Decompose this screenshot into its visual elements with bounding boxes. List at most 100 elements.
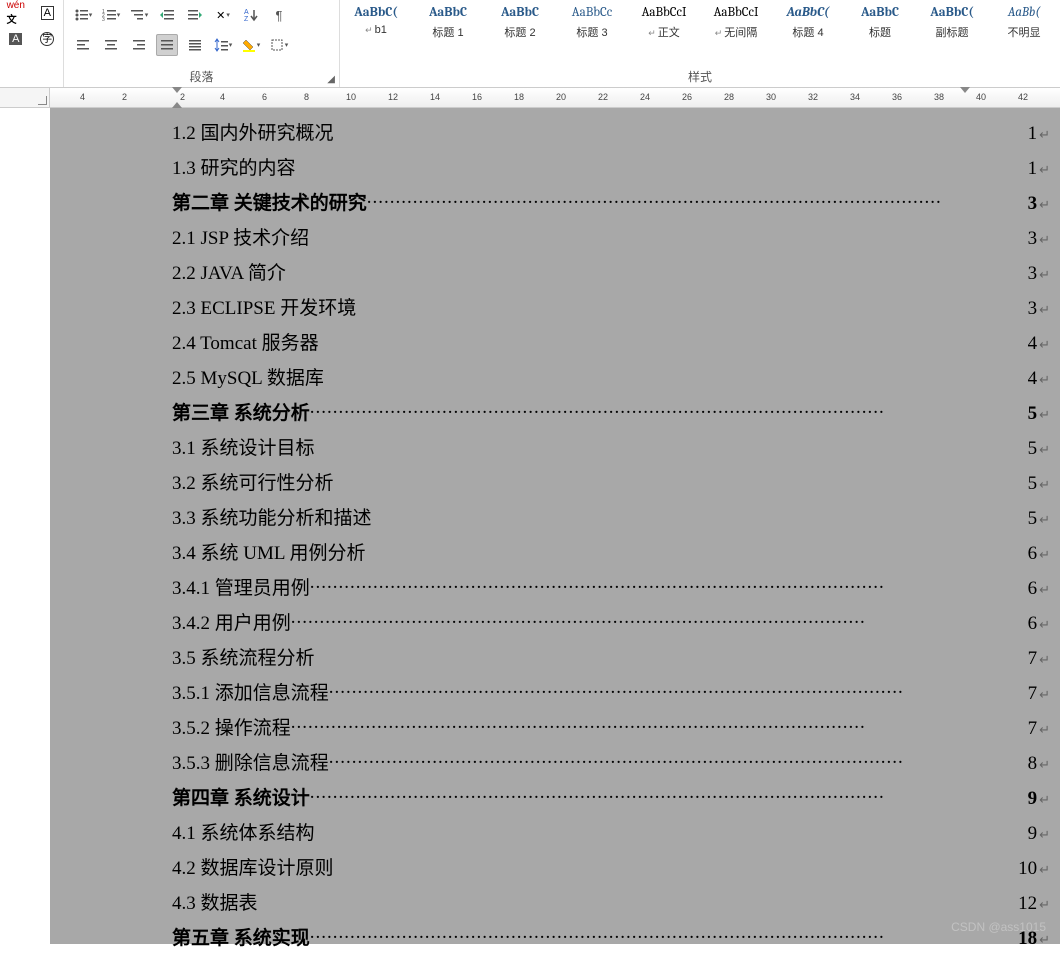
ruler-corner[interactable] xyxy=(0,88,50,107)
asian-layout-button[interactable]: ✕ xyxy=(212,4,234,26)
ruler-tick: 24 xyxy=(640,92,650,102)
increase-indent-button[interactable] xyxy=(184,4,206,26)
toc-entry[interactable]: 3.1 系统设计目标5↵ xyxy=(50,431,1060,466)
ruler-tick: 4 xyxy=(220,92,225,102)
ruler-scale[interactable]: 4224681012141618202224262830323436384042 xyxy=(50,88,1060,107)
style-gallery-item[interactable]: AaBbCcI无间隔 xyxy=(700,0,772,56)
ribbon-paragraph-group: 123 ✕ AZ ¶ 段落 ◢ xyxy=(64,0,340,87)
align-right-button[interactable] xyxy=(128,34,150,56)
style-gallery-item[interactable]: AaBb(不明显 xyxy=(988,0,1060,56)
toc-entry[interactable]: 2.4 Tomcat 服务器4↵ xyxy=(50,326,1060,361)
ruler-tick: 20 xyxy=(556,92,566,102)
style-gallery-item[interactable]: AaBbC 标题 xyxy=(844,0,916,56)
toc-entry[interactable]: 3.5.2 操作流程7↵ xyxy=(50,711,1060,746)
paragraph-mark-icon: ↵ xyxy=(1039,792,1050,808)
style-gallery-item[interactable]: AaBbC标题 2 xyxy=(484,0,556,56)
toc-entry[interactable]: 3.5.3 删除信息流程8↵ xyxy=(50,746,1060,781)
ruler-tick: 42 xyxy=(1018,92,1028,102)
ruler-tick: 36 xyxy=(892,92,902,102)
toc-entry[interactable]: 4.1 系统体系结构9↵ xyxy=(50,816,1060,851)
align-center-button[interactable] xyxy=(100,34,122,56)
toc-entry-title: 2.1 JSP 技术介绍 xyxy=(172,223,309,250)
line-spacing-button[interactable] xyxy=(212,34,234,56)
toc-entry[interactable]: 1.2 国内外研究概况1↵ xyxy=(50,116,1060,151)
style-gallery-item[interactable]: AaBbC(副标题 xyxy=(916,0,988,56)
style-gallery-item[interactable]: AaBbC标题 1 xyxy=(412,0,484,56)
toc-entry[interactable]: 3.4.1 管理员用例6↵ xyxy=(50,571,1060,606)
style-gallery-item[interactable]: AaBbC(b1 xyxy=(340,0,412,56)
style-gallery-item[interactable]: AaBbCcI正文 xyxy=(628,0,700,56)
paragraph-mark-icon: ↵ xyxy=(1039,267,1050,283)
paragraph-dialog-launcher-icon[interactable]: ◢ xyxy=(327,74,335,85)
watermark-text: CSDN @ass1015 xyxy=(951,920,1046,934)
toc-entry[interactable]: 3.5.1 添加信息流程7↵ xyxy=(50,676,1060,711)
toc-entry[interactable]: 3.5 系统流程分析7↵ xyxy=(50,641,1060,676)
toc-entry[interactable]: 第三章 系统分析5↵ xyxy=(50,396,1060,431)
toc-leader xyxy=(367,186,1028,209)
ruler-tick: 4 xyxy=(80,92,85,102)
toc-entry-title: 2.3 ECLIPSE 开发环境 xyxy=(172,293,356,320)
paragraph-mark-icon: ↵ xyxy=(1039,442,1050,458)
toc-leader xyxy=(291,606,1028,629)
document-page[interactable]: 1.2 国内外研究概况1↵1.3 研究的内容1↵第二章 关键技术的研究3↵2.1… xyxy=(50,108,1060,944)
toc-entry[interactable]: 2.3 ECLIPSE 开发环境3↵ xyxy=(50,291,1060,326)
paragraph-mark-icon: ↵ xyxy=(1039,302,1050,318)
toc-leader xyxy=(296,151,1028,174)
toc-entry-title: 第五章 系统实现 xyxy=(172,923,310,950)
style-gallery-item[interactable]: AaBbC(标题 4 xyxy=(772,0,844,56)
toc-entry-page: 6 xyxy=(1028,578,1038,600)
toc-entry-title: 3.3 系统功能分析和描述 xyxy=(172,503,372,530)
right-indent-marker[interactable] xyxy=(960,87,970,93)
toc-entry[interactable]: 4.3 数据表12↵ xyxy=(50,886,1060,921)
toc-leader xyxy=(315,641,1028,664)
multilevel-list-button[interactable] xyxy=(128,4,150,26)
borders-button[interactable] xyxy=(268,34,290,56)
style-preview: AaBbC xyxy=(851,5,909,20)
character-shading-icon[interactable]: A xyxy=(4,28,28,50)
toc-entry[interactable]: 1.3 研究的内容1↵ xyxy=(50,151,1060,186)
toc-entry[interactable]: 第四章 系统设计9↵ xyxy=(50,781,1060,816)
toc-leader xyxy=(310,921,1018,944)
toc-entry-title: 第四章 系统设计 xyxy=(172,783,310,810)
ruler-tick: 26 xyxy=(682,92,692,102)
toc-entry-title: 3.5.2 操作流程 xyxy=(172,713,291,740)
toc-entry[interactable]: 3.4 系统 UML 用例分析6↵ xyxy=(50,536,1060,571)
style-name-label: 标题 xyxy=(851,24,909,40)
distributed-button[interactable] xyxy=(184,34,206,56)
character-border-icon[interactable]: A xyxy=(36,2,60,24)
toc-entry[interactable]: 3.3 系统功能分析和描述5↵ xyxy=(50,501,1060,536)
toc-leader xyxy=(315,816,1028,839)
toc-entry-page: 1 xyxy=(1028,158,1038,180)
toc-entry-page: 3 xyxy=(1028,193,1038,215)
decrease-indent-button[interactable] xyxy=(156,4,178,26)
enclose-character-icon[interactable]: 字 xyxy=(36,28,60,50)
show-hide-marks-button[interactable]: ¶ xyxy=(268,4,290,26)
shading-button[interactable] xyxy=(240,34,262,56)
paragraph-mark-icon: ↵ xyxy=(1039,932,1050,948)
style-name-label: 标题 2 xyxy=(491,24,549,40)
bullets-button[interactable] xyxy=(72,4,94,26)
toc-entry-title: 3.5.3 删除信息流程 xyxy=(172,748,329,775)
ribbon-font-group: wén文 A A 字 ◢ xyxy=(0,0,64,87)
style-gallery-item[interactable]: AaBbCc标题 3 xyxy=(556,0,628,56)
toc-entry[interactable]: 2.5 MySQL 数据库4↵ xyxy=(50,361,1060,396)
toc-leader xyxy=(310,781,1028,804)
paragraph-mark-icon: ↵ xyxy=(1039,827,1050,843)
ruler: 4224681012141618202224262830323436384042 xyxy=(0,88,1060,108)
toc-leader xyxy=(309,221,1028,244)
toc-entry[interactable]: 3.2 系统可行性分析5↵ xyxy=(50,466,1060,501)
toc-entry[interactable]: 2.2 JAVA 简介3↵ xyxy=(50,256,1060,291)
ruler-tick: 30 xyxy=(766,92,776,102)
align-left-button[interactable] xyxy=(72,34,94,56)
ruler-tick: 2 xyxy=(180,92,185,102)
sort-button[interactable]: AZ xyxy=(240,4,262,26)
toc-entry[interactable]: 4.2 数据库设计原则10↵ xyxy=(50,851,1060,886)
toc-entry[interactable]: 3.4.2 用户用例6↵ xyxy=(50,606,1060,641)
toc-entry[interactable]: 第二章 关键技术的研究3↵ xyxy=(50,186,1060,221)
toc-entry[interactable]: 2.1 JSP 技术介绍3↵ xyxy=(50,221,1060,256)
toc-entry-title: 3.2 系统可行性分析 xyxy=(172,468,334,495)
align-justify-button[interactable] xyxy=(156,34,178,56)
phonetic-guide-icon[interactable]: wén文 xyxy=(4,2,28,24)
numbering-button[interactable]: 123 xyxy=(100,4,122,26)
toc-entry[interactable]: 第五章 系统实现18↵ xyxy=(50,921,1060,956)
